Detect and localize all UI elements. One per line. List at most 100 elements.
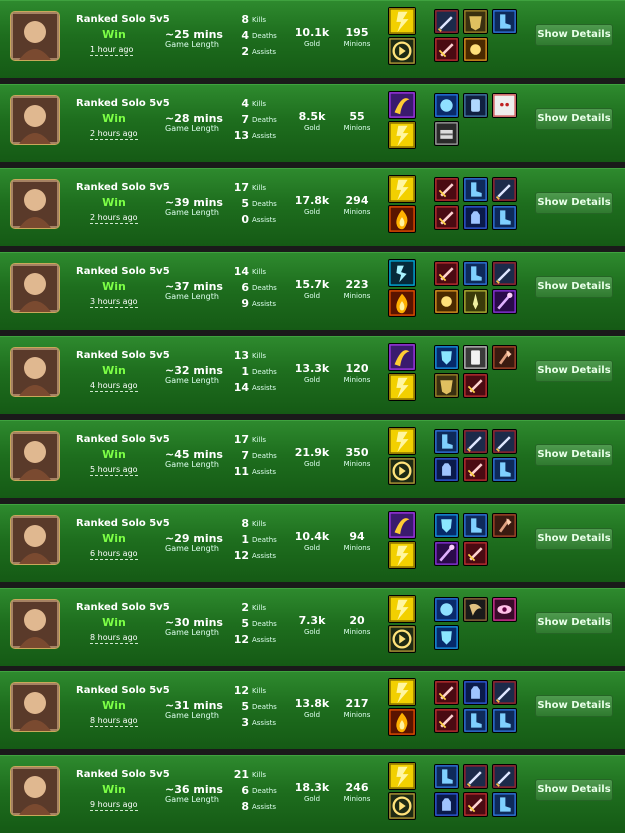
- blade-item-icon[interactable]: [463, 457, 488, 482]
- show-details-button[interactable]: Show Details: [535, 528, 613, 550]
- champion-portrait-icon[interactable]: [10, 431, 60, 481]
- eye-item-icon[interactable]: [492, 597, 517, 622]
- show-details-button[interactable]: Show Details: [535, 360, 613, 382]
- staff-item-icon[interactable]: [492, 289, 517, 314]
- ghost-spell-icon[interactable]: [388, 259, 416, 287]
- armor-item-icon[interactable]: [434, 373, 459, 398]
- show-details-button[interactable]: Show Details: [535, 24, 613, 46]
- sword-item-icon[interactable]: [492, 261, 517, 286]
- boots-item-icon[interactable]: [463, 177, 488, 202]
- boots-item-icon[interactable]: [492, 205, 517, 230]
- staff-item-icon[interactable]: [434, 541, 459, 566]
- teleport-spell-icon[interactable]: [388, 457, 416, 485]
- blade-item-icon[interactable]: [434, 708, 459, 733]
- sword-item-icon[interactable]: [492, 429, 517, 454]
- gauntlet-item-icon[interactable]: [434, 792, 459, 817]
- sword-item-icon[interactable]: [463, 764, 488, 789]
- ignite-spell-icon[interactable]: [388, 289, 416, 317]
- flash-spell-icon[interactable]: [388, 373, 416, 401]
- flash-spell-icon[interactable]: [388, 678, 416, 706]
- blade-item-icon[interactable]: [463, 541, 488, 566]
- fang-item-icon[interactable]: [463, 597, 488, 622]
- boots-item-icon[interactable]: [463, 513, 488, 538]
- time-ago[interactable]: 5 hours ago: [90, 465, 138, 476]
- time-ago[interactable]: 6 hours ago: [90, 549, 138, 560]
- shield-item-icon[interactable]: [434, 513, 459, 538]
- show-details-button[interactable]: Show Details: [535, 108, 613, 130]
- show-details-button[interactable]: Show Details: [535, 192, 613, 214]
- champion-portrait-icon[interactable]: [10, 599, 60, 649]
- champion-portrait-icon[interactable]: [10, 95, 60, 145]
- flash-spell-icon[interactable]: [388, 175, 416, 203]
- gauntlet-item-icon[interactable]: [463, 205, 488, 230]
- sword-item-icon[interactable]: [434, 9, 459, 34]
- flash-spell-icon[interactable]: [388, 762, 416, 790]
- champion-portrait-icon[interactable]: [10, 263, 60, 313]
- time-ago[interactable]: 9 hours ago: [90, 800, 138, 811]
- blade-item-icon[interactable]: [434, 37, 459, 62]
- flash-spell-icon[interactable]: [388, 541, 416, 569]
- show-details-button[interactable]: Show Details: [535, 695, 613, 717]
- champion-portrait-icon[interactable]: [10, 682, 60, 732]
- mask-item-icon[interactable]: [492, 93, 517, 118]
- gauntlet-item-icon[interactable]: [434, 457, 459, 482]
- boots-item-icon[interactable]: [492, 9, 517, 34]
- exhaust-spell-icon[interactable]: [388, 511, 416, 539]
- exhaust-spell-icon[interactable]: [388, 91, 416, 119]
- orb-item-icon[interactable]: [434, 93, 459, 118]
- blade-item-icon[interactable]: [463, 792, 488, 817]
- blade-item-icon[interactable]: [434, 261, 459, 286]
- sword-item-icon[interactable]: [463, 429, 488, 454]
- blade-item-icon[interactable]: [434, 680, 459, 705]
- boots-item-icon[interactable]: [434, 429, 459, 454]
- sword-item-icon[interactable]: [492, 680, 517, 705]
- boots-item-icon[interactable]: [492, 457, 517, 482]
- teleport-spell-icon[interactable]: [388, 625, 416, 653]
- boots-item-icon[interactable]: [463, 708, 488, 733]
- blade-item-icon[interactable]: [463, 373, 488, 398]
- teleport-spell-icon[interactable]: [388, 37, 416, 65]
- shield-item-icon[interactable]: [434, 345, 459, 370]
- trinket-item-icon[interactable]: [463, 37, 488, 62]
- exhaust-spell-icon[interactable]: [388, 343, 416, 371]
- trinket-item-icon[interactable]: [434, 289, 459, 314]
- time-ago[interactable]: 8 hours ago: [90, 716, 138, 727]
- champion-portrait-icon[interactable]: [10, 347, 60, 397]
- time-ago[interactable]: 3 hours ago: [90, 297, 138, 308]
- time-ago[interactable]: 2 hours ago: [90, 129, 138, 140]
- ignite-spell-icon[interactable]: [388, 205, 416, 233]
- dagger-item-icon[interactable]: [463, 289, 488, 314]
- relic-item-icon[interactable]: [463, 93, 488, 118]
- time-ago[interactable]: 2 hours ago: [90, 213, 138, 224]
- boots-item-icon[interactable]: [492, 708, 517, 733]
- armor-item-icon[interactable]: [463, 9, 488, 34]
- time-ago[interactable]: 4 hours ago: [90, 381, 138, 392]
- ignite-spell-icon[interactable]: [388, 708, 416, 736]
- flash-spell-icon[interactable]: [388, 7, 416, 35]
- sword-item-icon[interactable]: [492, 177, 517, 202]
- boots-item-icon[interactable]: [463, 261, 488, 286]
- card-item-icon[interactable]: [463, 345, 488, 370]
- chest-item-icon[interactable]: [434, 121, 459, 146]
- champion-portrait-icon[interactable]: [10, 11, 60, 61]
- show-details-button[interactable]: Show Details: [535, 612, 613, 634]
- axe-item-icon[interactable]: [492, 345, 517, 370]
- sword-item-icon[interactable]: [492, 764, 517, 789]
- axe-item-icon[interactable]: [492, 513, 517, 538]
- flash-spell-icon[interactable]: [388, 121, 416, 149]
- gauntlet-item-icon[interactable]: [463, 680, 488, 705]
- boots-item-icon[interactable]: [434, 764, 459, 789]
- show-details-button[interactable]: Show Details: [535, 779, 613, 801]
- flash-spell-icon[interactable]: [388, 427, 416, 455]
- orb-item-icon[interactable]: [434, 597, 459, 622]
- show-details-button[interactable]: Show Details: [535, 276, 613, 298]
- boots-item-icon[interactable]: [492, 792, 517, 817]
- teleport-spell-icon[interactable]: [388, 792, 416, 820]
- shield-item-icon[interactable]: [434, 625, 459, 650]
- champion-portrait-icon[interactable]: [10, 515, 60, 565]
- champion-portrait-icon[interactable]: [10, 179, 60, 229]
- time-ago[interactable]: 1 hour ago: [90, 45, 134, 56]
- blade-item-icon[interactable]: [434, 177, 459, 202]
- show-details-button[interactable]: Show Details: [535, 444, 613, 466]
- champion-portrait-icon[interactable]: [10, 766, 60, 816]
